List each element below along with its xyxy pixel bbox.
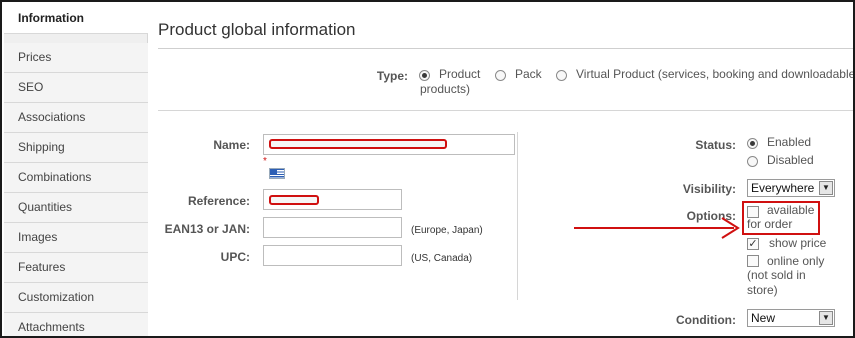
type-label: Type: xyxy=(376,69,408,83)
redaction-mark xyxy=(269,195,319,205)
condition-select[interactable]: New ▼ xyxy=(747,309,835,327)
sidebar-item-attachments[interactable]: Attachments xyxy=(4,313,148,336)
type-virtual-label: Virtual Product (services, booking and d… xyxy=(576,67,855,81)
title-divider xyxy=(158,48,853,49)
visibility-label: Visibility: xyxy=(682,182,736,196)
show-price-label: show price xyxy=(769,236,827,250)
ean-label: EAN13 or JAN: xyxy=(164,222,250,236)
sidebar-item-combinations[interactable]: Combinations xyxy=(4,163,148,193)
name-label: Name: xyxy=(213,138,250,152)
status-disabled-radio[interactable] xyxy=(747,156,758,167)
reference-label: Reference: xyxy=(187,194,250,208)
main-panel: Product global information Type: Product… xyxy=(148,4,855,336)
sidebar-item-features[interactable]: Features xyxy=(4,253,148,283)
annotation-highlight-box xyxy=(742,201,820,235)
annotation-arrow-icon xyxy=(574,217,740,239)
chevron-down-icon: ▼ xyxy=(819,181,833,195)
required-mark: * xyxy=(263,156,267,167)
sidebar-item-prices[interactable]: Prices xyxy=(4,43,148,73)
online-only-label: online only xyxy=(767,254,825,268)
type-row: Type: Product products) Pack Virtual Pro… xyxy=(148,65,855,101)
ean-hint: (Europe, Japan) xyxy=(411,225,483,236)
online-only-label-line2: (not sold in xyxy=(747,268,806,282)
type-pack-label: Pack xyxy=(515,67,542,81)
visibility-value: Everywhere xyxy=(751,181,815,195)
condition-label: Condition: xyxy=(676,313,736,327)
sidebar-item-information[interactable]: Information xyxy=(4,4,149,34)
status-enabled-label: Enabled xyxy=(767,135,812,149)
redaction-mark xyxy=(269,139,447,149)
upc-label: UPC: xyxy=(220,250,250,264)
status-disabled-label: Disabled xyxy=(767,153,814,167)
upc-hint: (US, Canada) xyxy=(411,253,473,264)
page-title: Product global information xyxy=(158,20,356,39)
app-frame: Information Prices SEO Associations Ship… xyxy=(0,0,855,338)
status-enabled-radio[interactable] xyxy=(747,138,758,149)
chevron-down-icon: ▼ xyxy=(819,311,833,325)
condition-value: New xyxy=(751,311,776,325)
sidebar-item-images[interactable]: Images xyxy=(4,223,148,253)
sidebar: Information Prices SEO Associations Ship… xyxy=(4,4,149,336)
column-divider xyxy=(517,132,518,300)
type-product-label: Product xyxy=(439,67,481,81)
ean-input[interactable] xyxy=(263,217,402,238)
type-pack-radio[interactable] xyxy=(495,70,506,81)
sidebar-item-quantities[interactable]: Quantities xyxy=(4,193,148,223)
online-only-label-line3: store) xyxy=(747,283,778,297)
type-product-label-line2: products) xyxy=(420,82,471,96)
visibility-select[interactable]: Everywhere ▼ xyxy=(747,179,835,197)
sidebar-item-shipping[interactable]: Shipping xyxy=(4,133,148,163)
type-product-radio[interactable] xyxy=(419,70,430,81)
status-label: Status: xyxy=(695,138,736,152)
online-only-checkbox[interactable] xyxy=(747,255,759,267)
upc-input[interactable] xyxy=(263,245,402,266)
sidebar-item-seo[interactable]: SEO xyxy=(4,73,148,103)
sidebar-item-customization[interactable]: Customization xyxy=(4,283,148,313)
reference-input[interactable] xyxy=(263,189,402,210)
sidebar-item-associations[interactable]: Associations xyxy=(4,103,148,133)
type-divider xyxy=(158,110,853,111)
language-flag-icon[interactable] xyxy=(269,168,285,179)
type-virtual-radio[interactable] xyxy=(556,70,567,81)
name-input[interactable] xyxy=(263,134,515,155)
